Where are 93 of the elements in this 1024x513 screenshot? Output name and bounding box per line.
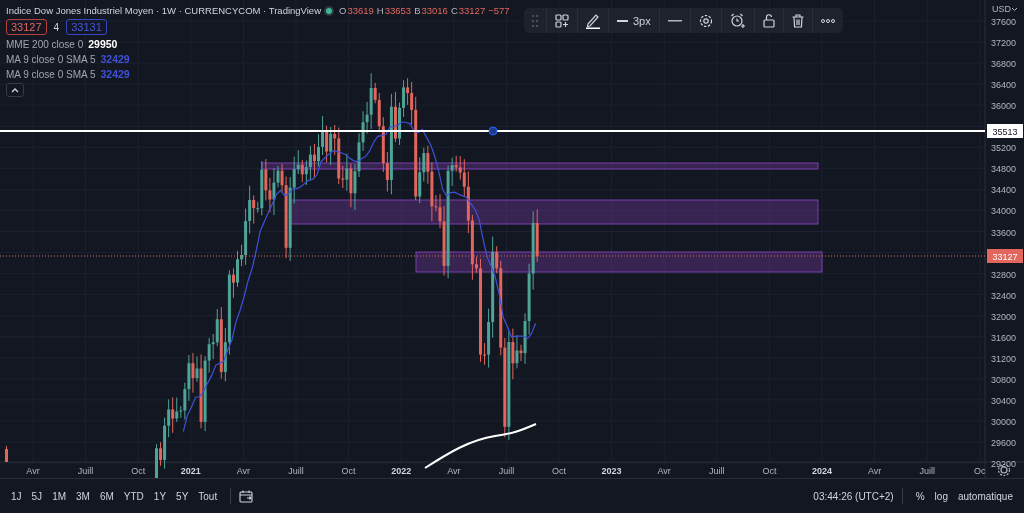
time-label: Avr [867, 466, 882, 476]
ohlc-key: C [450, 5, 458, 16]
time-label: Oct [341, 466, 356, 476]
price-label: 32000 [990, 311, 1016, 322]
more-icon[interactable] [820, 18, 835, 23]
indicator-value: 29950 [88, 38, 118, 50]
price-label: 31600 [990, 332, 1016, 343]
pencil-icon[interactable] [586, 12, 600, 29]
calendar-icon[interactable] [239, 489, 254, 503]
price-label: 29600 [990, 438, 1016, 448]
ohlc-key: H [376, 5, 384, 16]
indicator-name: MME 200 close 0 [6, 38, 84, 50]
price-label: 30400 [990, 395, 1016, 406]
time-label: 2021 [180, 466, 201, 476]
price-label: 34000 [990, 206, 1016, 217]
price-label: 36000 [990, 101, 1016, 112]
time-label: Juill [498, 466, 515, 476]
time-label: Juill [709, 466, 725, 476]
price-label: 36800 [990, 59, 1016, 70]
time-label: 2023 [601, 466, 622, 476]
indicator-value: 32429 [100, 53, 130, 65]
status-dot-icon [326, 7, 332, 14]
alarm-clock-icon[interactable] [729, 13, 746, 28]
chevron-up-icon [11, 87, 19, 93]
range-button[interactable]: 1J [6, 488, 27, 504]
price-label: 30800 [990, 374, 1016, 385]
bid-badge[interactable]: 33127 [6, 19, 47, 35]
price-label: 32400 [990, 290, 1016, 301]
ohlc-value: 33016 [421, 5, 448, 16]
time-label: 2022 [391, 466, 412, 476]
time-label: Oct [131, 466, 146, 476]
line-width-button[interactable]: 3px [617, 14, 651, 27]
last-price-tag: 33127 [987, 249, 1023, 263]
drag-handle-icon[interactable] [532, 14, 538, 27]
time-label: Oc [974, 466, 986, 476]
clock-text: 03:44:26 (UTC+2) [813, 490, 894, 502]
line-handle[interactable] [488, 126, 498, 136]
indicator-name: MA 9 close 0 SMA 5 [6, 53, 96, 65]
collapse-button[interactable] [6, 83, 24, 97]
range-button[interactable]: 1Y [148, 488, 172, 504]
time-label: Avr [26, 466, 40, 476]
price-label: 33600 [990, 227, 1016, 238]
range-button[interactable]: 3M [71, 488, 95, 504]
currency-selector[interactable]: USD [992, 4, 1011, 14]
shapes-icon[interactable] [555, 13, 569, 28]
price-label: 34800 [990, 164, 1016, 175]
ohlc-key: O [339, 5, 347, 16]
ohlc-value: 33653 [384, 5, 412, 16]
time-label: 2024 [812, 466, 832, 476]
zone-rectangle[interactable] [261, 162, 819, 170]
indicator-name: MA 9 close 0 SMA 5 [6, 68, 96, 80]
unlock-icon[interactable] [762, 13, 775, 28]
ohlc-value: 33127 [458, 5, 486, 16]
time-label: Juill [288, 466, 304, 476]
ohlc-value: 33619 [347, 5, 374, 16]
range-button[interactable]: 6M [94, 488, 119, 504]
gear-icon[interactable] [698, 13, 713, 28]
range-button[interactable]: 5J [26, 488, 48, 504]
range-button[interactable]: 1M [47, 488, 72, 504]
ohlc-key: B [414, 5, 421, 16]
zone-rectangle[interactable] [289, 199, 819, 225]
range-button[interactable]: YTD [118, 488, 149, 504]
price-label: 37600 [990, 17, 1016, 27]
zone-rectangle[interactable] [415, 251, 823, 273]
caret-icon[interactable] [1011, 7, 1018, 11]
time-label: Juill [919, 466, 935, 476]
time-label: Avr [657, 466, 671, 476]
price-label: 32800 [990, 269, 1016, 280]
price-label: 37200 [990, 38, 1016, 49]
time-label: Oct [762, 466, 777, 476]
time-label: Avr [236, 466, 251, 476]
time-label: Juill [77, 466, 94, 476]
auto-scale-button[interactable]: automatique [952, 488, 1018, 504]
chart-title: Indice Dow Jones Industriel Moyen · 1W · CURRENCYCOM · TradingView [6, 5, 321, 16]
time-label: Oct [552, 466, 566, 476]
spread-value: 4 [53, 21, 60, 33]
range-button[interactable]: 5Y [171, 488, 194, 504]
price-label: 30000 [990, 416, 1016, 427]
time-label: Avr [447, 466, 461, 476]
line-style-icon[interactable] [667, 19, 682, 22]
range-button[interactable]: Tout [193, 488, 223, 504]
price-label: 34400 [990, 185, 1016, 196]
line-width-icon [617, 19, 628, 22]
price-tag: 35513 [987, 124, 1023, 138]
price-label: 31200 [990, 353, 1016, 364]
change-value: −577 [488, 5, 510, 16]
indicator-value: 32429 [100, 68, 130, 80]
price-label: 35200 [990, 143, 1016, 154]
price-label: 29200 [990, 459, 1016, 470]
price-label: 36400 [990, 80, 1016, 91]
trash-icon[interactable] [791, 13, 804, 28]
log-button[interactable]: log [929, 488, 953, 504]
percent-button[interactable]: % [910, 488, 930, 504]
